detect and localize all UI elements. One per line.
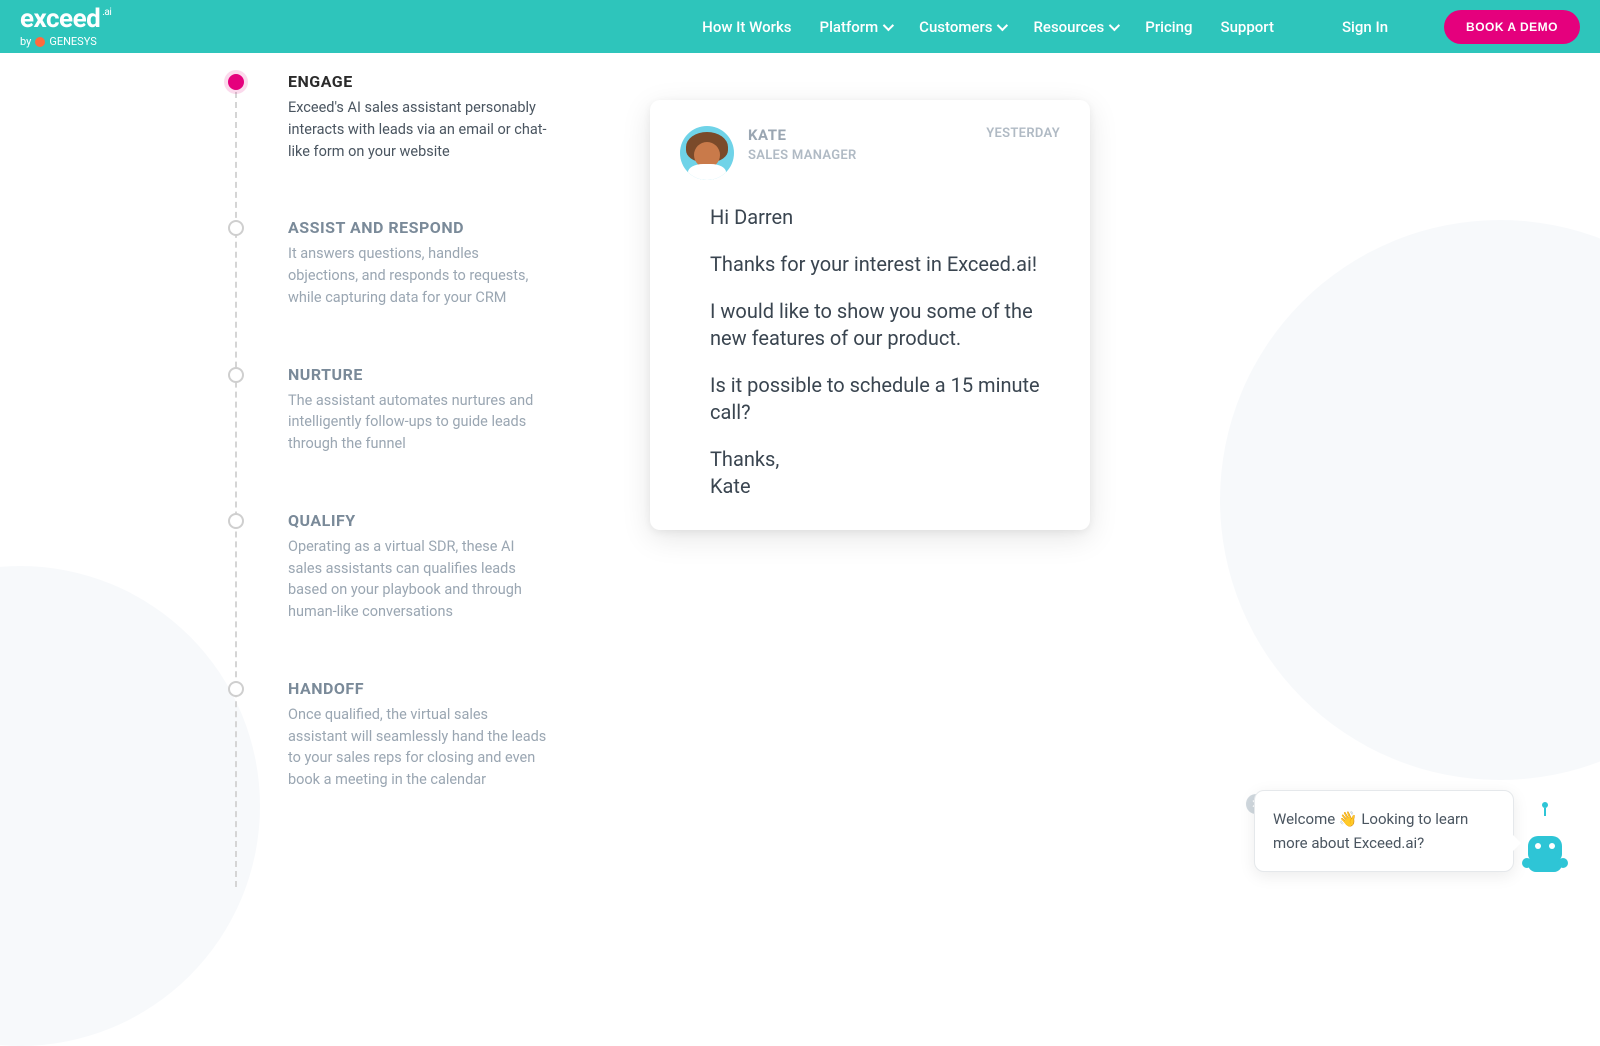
email-timestamp: YESTERDAY xyxy=(986,126,1060,141)
timeline-desc: The assistant automates nurtures and int… xyxy=(288,390,548,455)
bot-antenna-icon xyxy=(1544,808,1546,816)
sender-name: KATE xyxy=(748,126,972,144)
sender-avatar xyxy=(680,126,734,180)
timeline-dot-icon xyxy=(228,681,244,697)
main-nav: How It Works Platform Customers Resource… xyxy=(702,10,1580,44)
timeline-desc: Exceed's AI sales assistant personably i… xyxy=(288,97,548,162)
process-timeline: ENGAGE Exceed's AI sales assistant perso… xyxy=(228,72,548,847)
logo-sub: by GENESYS xyxy=(20,36,109,47)
timeline-title: ENGAGE xyxy=(288,72,548,91)
email-line: Is it possible to schedule a 15 minute c… xyxy=(710,372,1060,426)
email-line: Hi Darren xyxy=(710,204,1060,231)
nav-how-it-works[interactable]: How It Works xyxy=(702,18,791,36)
timeline-desc: It answers questions, handles objections… xyxy=(288,243,548,308)
logo[interactable]: exceed.ai by GENESYS xyxy=(20,6,109,47)
email-line: Thanks for your interest in Exceed.ai! xyxy=(710,251,1060,278)
timeline-item-assist[interactable]: ASSIST AND RESPOND It answers questions,… xyxy=(228,218,548,308)
sign-in-link[interactable]: Sign In xyxy=(1342,18,1388,36)
timeline-title: HANDOFF xyxy=(288,679,548,698)
site-header: exceed.ai by GENESYS How It Works Platfo… xyxy=(0,0,1600,53)
bg-shape-right xyxy=(1220,220,1600,780)
bg-shape-left xyxy=(0,566,260,1046)
nav-resources[interactable]: Resources xyxy=(1033,18,1117,36)
card-header: KATE SALES MANAGER YESTERDAY xyxy=(680,126,1060,180)
logo-main: exceed.ai xyxy=(20,6,109,32)
timeline-item-nurture[interactable]: NURTURE The assistant automates nurtures… xyxy=(228,365,548,455)
chevron-down-icon xyxy=(883,19,894,30)
timeline-title: ASSIST AND RESPOND xyxy=(288,218,548,237)
book-demo-button[interactable]: BOOK A DEMO xyxy=(1444,10,1580,44)
email-body: Hi Darren Thanks for your interest in Ex… xyxy=(680,204,1060,500)
email-preview-card: KATE SALES MANAGER YESTERDAY Hi Darren T… xyxy=(650,100,1090,530)
nav-pricing[interactable]: Pricing xyxy=(1145,18,1192,36)
sender-role: SALES MANAGER xyxy=(748,148,972,163)
timeline-desc: Operating as a virtual SDR, these AI sal… xyxy=(288,536,548,623)
nav-support[interactable]: Support xyxy=(1220,18,1273,36)
timeline-dot-icon xyxy=(228,367,244,383)
chat-launcher[interactable] xyxy=(1520,826,1570,872)
timeline-dot-icon xyxy=(228,513,244,529)
timeline-title: NURTURE xyxy=(288,365,548,384)
email-signoff: Thanks, Kate xyxy=(710,446,1060,500)
chat-message-text: Welcome 👋 Looking to learn more about Ex… xyxy=(1273,810,1468,852)
bot-body-icon xyxy=(1528,856,1562,872)
timeline-dot-icon xyxy=(228,220,244,236)
timeline-dot-icon xyxy=(228,74,244,90)
timeline-item-qualify[interactable]: QUALIFY Operating as a virtual SDR, thes… xyxy=(228,511,548,623)
chat-widget: ✕ Welcome 👋 Looking to learn more about … xyxy=(1228,790,1570,872)
chevron-down-icon xyxy=(1109,19,1120,30)
genesys-dot-icon xyxy=(35,37,45,47)
nav-platform[interactable]: Platform xyxy=(820,18,892,36)
timeline-title: QUALIFY xyxy=(288,511,548,530)
email-line: I would like to show you some of the new… xyxy=(710,298,1060,352)
timeline-item-handoff[interactable]: HANDOFF Once qualified, the virtual sale… xyxy=(228,679,548,791)
chevron-down-icon xyxy=(997,19,1008,30)
timeline-item-engage[interactable]: ENGAGE Exceed's AI sales assistant perso… xyxy=(228,72,548,162)
timeline-desc: Once qualified, the virtual sales assist… xyxy=(288,704,548,791)
chat-message-bubble[interactable]: Welcome 👋 Looking to learn more about Ex… xyxy=(1254,790,1514,872)
nav-customers[interactable]: Customers xyxy=(919,18,1005,36)
